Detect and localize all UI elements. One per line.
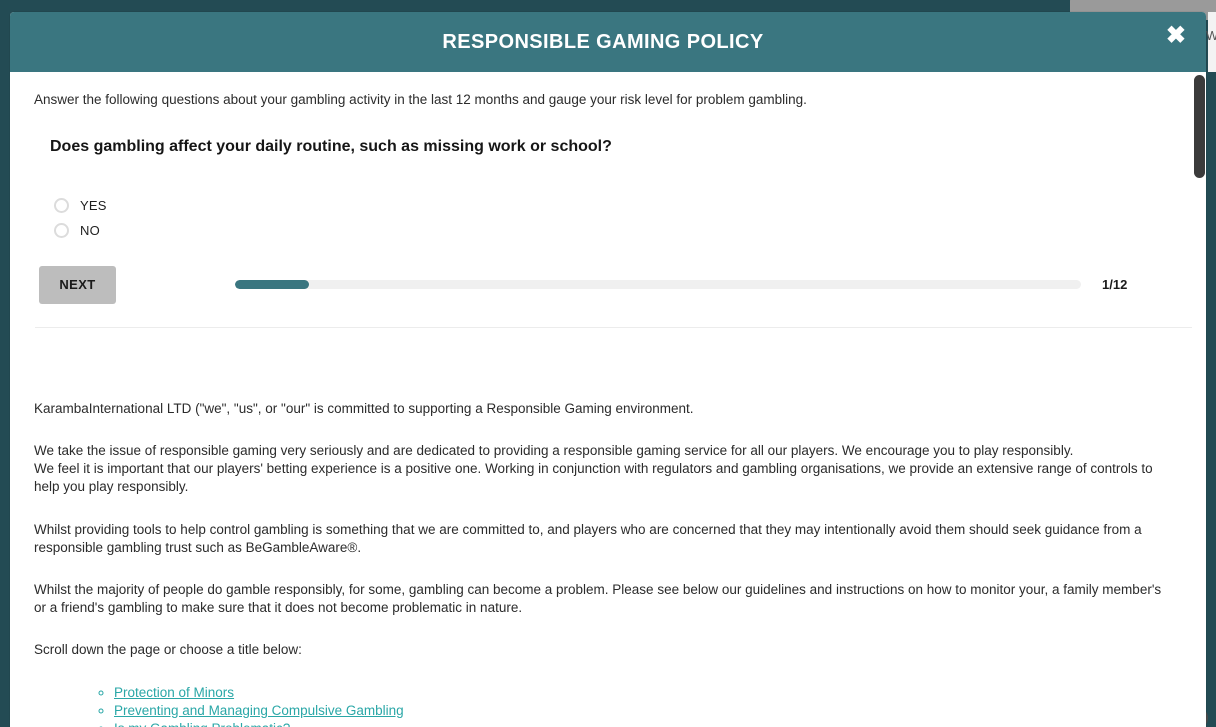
quiz-answer-group: YES NO [54, 193, 1162, 243]
toc-link-protection-of-minors[interactable]: Protection of Minors [114, 685, 234, 700]
background-partial-text: W [1206, 28, 1216, 43]
quiz-option-label: YES [80, 197, 107, 213]
quiz-progress-bar [235, 280, 1081, 290]
quiz-controls: NEXT 1/12 [34, 265, 1162, 304]
section-divider [35, 326, 1192, 328]
list-item: Protection of Minors [114, 684, 1162, 702]
policy-paragraph: KarambaInternational LTD ("we", "us", or… [34, 400, 694, 416]
policy-paragraph: We feel it is important that our players… [34, 461, 1153, 495]
toc-link-preventing-compulsive-gambling[interactable]: Preventing and Managing Compulsive Gambl… [114, 703, 404, 718]
risk-assessment-quiz: Answer the following questions about you… [34, 90, 1192, 328]
policy-paragraph: Whilst providing tools to help control g… [34, 521, 1142, 555]
quiz-intro-text: Answer the following questions about you… [34, 92, 807, 107]
policy-paragraph: Whilst the majority of people do gamble … [34, 581, 1162, 616]
quiz-option-no[interactable]: NO [54, 218, 1162, 243]
close-icon[interactable]: ✖ [1160, 20, 1192, 52]
list-item: Is my Gambling Problematic? [114, 720, 1162, 727]
toc-link-is-my-gambling-problematic[interactable]: Is my Gambling Problematic? [114, 721, 290, 727]
modal-scroll-content: Answer the following questions about you… [10, 72, 1192, 727]
policy-text-section: KarambaInternational LTD ("we", "us", or… [34, 400, 1162, 727]
list-item: Preventing and Managing Compulsive Gambl… [114, 702, 1162, 720]
vertical-scrollbar-thumb[interactable] [1194, 75, 1205, 178]
modal-header: RESPONSIBLE GAMING POLICY ✖ [10, 12, 1206, 72]
radio-button-yes[interactable] [54, 197, 69, 213]
next-button[interactable]: NEXT [39, 265, 116, 304]
quiz-progress-fill [235, 280, 310, 290]
quiz-option-label: NO [80, 222, 100, 238]
policy-table-of-contents: Protection of Minors Preventing and Mana… [34, 684, 1162, 727]
responsible-gaming-modal: RESPONSIBLE GAMING POLICY ✖ Answer the f… [10, 12, 1206, 727]
modal-body: Answer the following questions about you… [10, 72, 1206, 727]
quiz-option-yes[interactable]: YES [54, 193, 1162, 218]
policy-paragraph: We take the issue of responsible gaming … [34, 442, 1074, 458]
quiz-progress-counter: 1/12 [1102, 277, 1128, 293]
page-title: RESPONSIBLE GAMING POLICY [442, 30, 764, 53]
quiz-question: Does gambling affect your daily routine,… [50, 138, 612, 156]
radio-button-no[interactable] [54, 222, 69, 238]
vertical-scrollbar-track[interactable] [1193, 72, 1206, 727]
scroll-prompt-text: Scroll down the page or choose a title b… [34, 642, 302, 658]
